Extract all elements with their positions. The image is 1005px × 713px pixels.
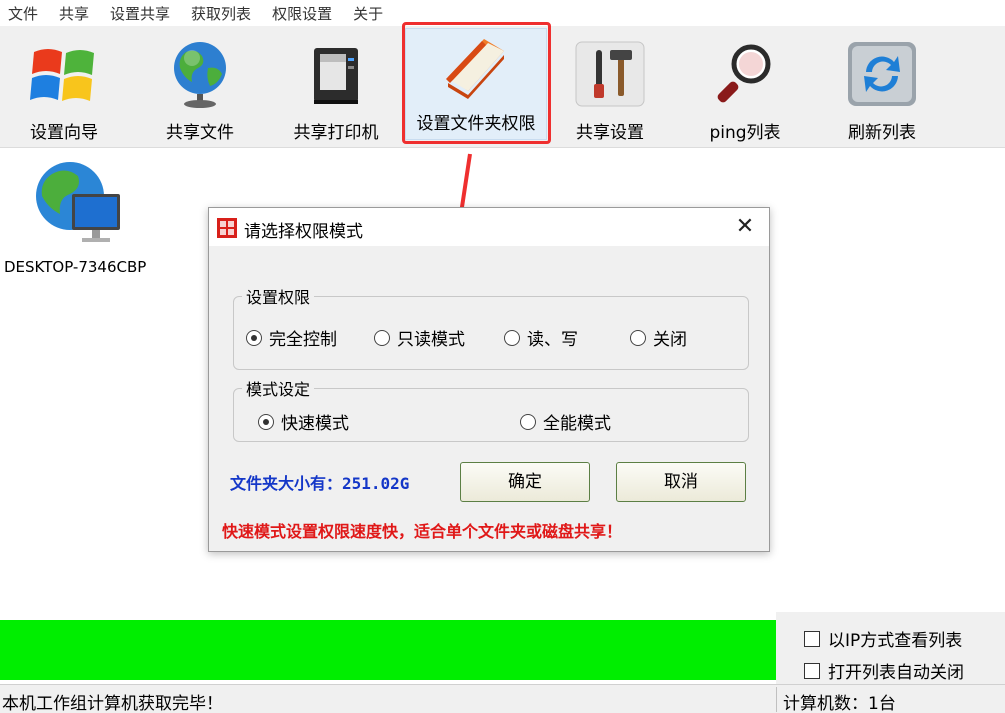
mode-group: 模式设定 快速模式 全能模式 [233, 376, 749, 442]
radio-label: 只读模式 [397, 330, 465, 350]
share-files-button[interactable]: 共享文件 [140, 34, 260, 144]
view-by-ip-checkbox[interactable]: 以IP方式查看列表 [804, 626, 962, 651]
radio-fast-mode[interactable]: 快速模式 [258, 409, 349, 434]
menu-get-list[interactable]: 获取列表 [191, 3, 251, 24]
radio-dot [374, 329, 390, 346]
radio-universal-mode[interactable]: 全能模式 [520, 409, 611, 434]
toolbar-label: ping列表 [709, 123, 781, 143]
speed-hint: 快速模式设置权限速度快，适合单个文件夹或磁盘共享！ [222, 522, 623, 541]
radio-dot [246, 329, 262, 346]
globe-icon [174, 42, 226, 108]
toolbar-label: 共享文件 [166, 123, 234, 143]
computer-name: DESKTOP-7346CBP [4, 258, 147, 276]
radio-label: 关闭 [653, 330, 687, 350]
radio-label: 读、写 [527, 330, 578, 350]
auto-close-checkbox[interactable]: 打开列表自动关闭 [804, 658, 964, 683]
refresh-list-button[interactable]: 刷新列表 [822, 34, 942, 144]
radio-read-only[interactable]: 只读模式 [374, 325, 465, 350]
windows-logo-icon [30, 49, 94, 101]
close-icon[interactable]: ✕ [727, 212, 763, 242]
network-computer-icon [36, 162, 120, 242]
setup-wizard-button[interactable]: 设置向导 [4, 34, 124, 144]
checkbox-label: 以IP方式查看列表 [828, 631, 963, 651]
checkbox-label: 打开列表自动关闭 [828, 663, 964, 683]
highlight-frame [402, 22, 551, 144]
status-bar: 本机工作组计算机获取完毕！ 计算机数：1台 [0, 684, 1005, 713]
radio-label: 全能模式 [543, 414, 611, 434]
ok-button[interactable]: 确定 [460, 462, 590, 502]
radio-dot [258, 413, 274, 430]
radio-label: 完全控制 [269, 330, 337, 350]
radio-close[interactable]: 关闭 [630, 325, 687, 350]
computer-list-item[interactable]: DESKTOP-7346CBP [0, 150, 160, 280]
dialog-title: 请选择权限模式 [244, 222, 363, 242]
permission-group-legend: 设置权限 [242, 284, 315, 308]
share-printer-button[interactable]: 共享打印机 [276, 34, 396, 144]
checkbox-box [804, 662, 820, 679]
radio-dot [630, 329, 646, 346]
tools-icon [575, 41, 645, 107]
cancel-button[interactable]: 取消 [616, 462, 746, 502]
share-settings-button[interactable]: 共享设置 [550, 34, 670, 144]
radio-dot [520, 413, 536, 430]
status-divider [776, 687, 777, 712]
toolbar-label: 共享设置 [576, 123, 644, 143]
toolbar-label: 设置向导 [30, 123, 98, 143]
radio-dot [504, 329, 520, 346]
permission-mode-dialog: 请选择权限模式 ✕ 设置权限 完全控制 只读模式 读、写 关闭 模式设定 快速模… [208, 207, 770, 552]
status-message: 本机工作组计算机获取完毕！ [2, 694, 223, 713]
printer-icon [314, 48, 358, 104]
menu-about[interactable]: 关于 [353, 3, 383, 24]
radio-label: 快速模式 [281, 414, 349, 434]
refresh-icon [848, 42, 916, 106]
mode-group-legend: 模式设定 [242, 376, 315, 400]
menu-set-share[interactable]: 设置共享 [110, 3, 170, 24]
computer-count: 计算机数：1台 [783, 694, 896, 713]
app-window: 文件 共享 设置共享 获取列表 权限设置 关于 设置向导 共享文件 共享打印机 … [0, 0, 1005, 713]
progress-fill [0, 620, 776, 680]
radio-read-write[interactable]: 读、写 [504, 325, 578, 350]
toolbar-label: 共享打印机 [293, 123, 379, 143]
progress-bar [0, 620, 776, 680]
ping-list-button[interactable]: ping列表 [685, 34, 805, 144]
options-panel: 以IP方式查看列表 打开列表自动关闭 [776, 612, 1005, 684]
toolbar-label: 刷新列表 [848, 123, 916, 143]
menu-permission-settings[interactable]: 权限设置 [272, 3, 332, 24]
menu-share[interactable]: 共享 [59, 3, 89, 24]
menu-file[interactable]: 文件 [8, 3, 38, 24]
folder-size-label: 文件夹大小有：251.02G [230, 474, 410, 493]
checkbox-box [804, 630, 820, 647]
seal-logo-icon [217, 218, 237, 238]
dialog-title-bar: 请选择权限模式 ✕ [209, 208, 769, 246]
permission-group: 设置权限 完全控制 只读模式 读、写 关闭 [233, 284, 749, 370]
magnifier-icon [717, 44, 771, 103]
radio-full-control[interactable]: 完全控制 [246, 325, 337, 350]
